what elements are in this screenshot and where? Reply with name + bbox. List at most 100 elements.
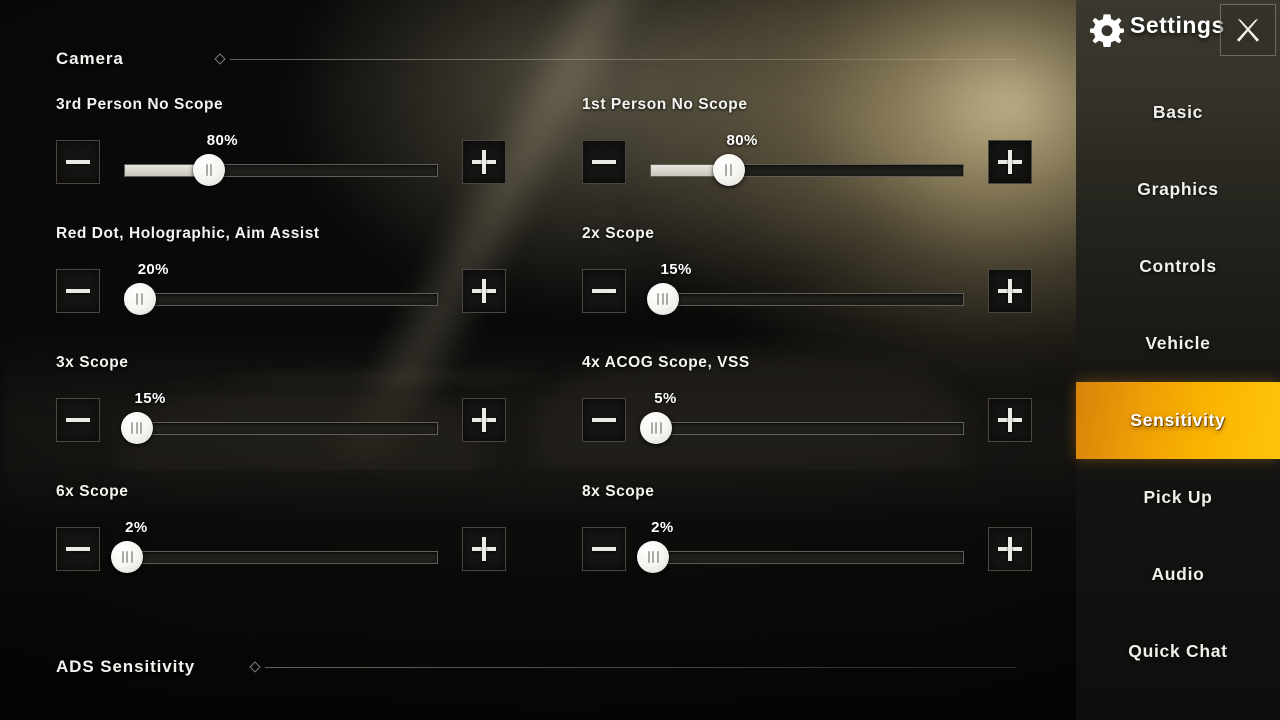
sensitivity-control: 2% (56, 519, 506, 577)
sensitivity-control: 5% (582, 390, 1032, 448)
sidebar-item-quick-chat[interactable]: Quick Chat (1076, 613, 1280, 690)
sidebar-item-label: Sensitivity (1130, 410, 1226, 430)
knob-grip-line (205, 164, 208, 176)
knob-grip-line (130, 551, 133, 563)
sensitivity-row: 2x Scope 15% (582, 225, 1032, 325)
plus-icon (998, 537, 1022, 561)
plus-icon (998, 279, 1022, 303)
decrease-button[interactable] (582, 527, 626, 571)
slider-track[interactable] (650, 422, 964, 435)
sensitivity-slider[interactable]: 15% (120, 390, 438, 448)
sensitivity-row: 3rd Person No Scope 80% (56, 96, 506, 196)
settings-screen: Camera 3rd Person No Scope 80% 1st Person … (0, 0, 1280, 720)
knob-grip-line (661, 293, 664, 305)
knob-grip-line (656, 551, 659, 563)
sidebar-item-controls[interactable]: Controls (1076, 228, 1280, 305)
increase-button[interactable] (462, 140, 506, 184)
plus-icon (472, 537, 496, 561)
sidebar-item-sensitivity[interactable]: Sensitivity (1076, 382, 1280, 459)
slider-value-label: 20% (137, 261, 169, 278)
sidebar-item-label: Graphics (1137, 179, 1219, 199)
sidebar-item-vehicle[interactable]: Vehicle (1076, 305, 1280, 382)
sidebar-item-partial[interactable] (1076, 690, 1280, 708)
increase-button[interactable] (462, 398, 506, 442)
settings-sidebar: Settings Basic Graphics Controls Vehicle Sen… (1076, 0, 1280, 720)
sidebar-item-label: Controls (1139, 256, 1217, 276)
sensitivity-row: 1st Person No Scope 80% (582, 96, 1032, 196)
increase-button[interactable] (988, 398, 1032, 442)
slider-track[interactable] (650, 164, 964, 177)
slider-track[interactable] (124, 164, 438, 177)
decrease-button[interactable] (582, 140, 626, 184)
sensitivity-row-label: 1st Person No Scope (582, 96, 748, 113)
knob-grip-line (121, 551, 124, 563)
slider-knob[interactable] (120, 412, 153, 444)
sensitivity-control: 80% (56, 132, 506, 190)
sensitivity-slider[interactable]: 80% (650, 132, 964, 190)
knob-grip-line (140, 422, 143, 434)
sidebar-item-audio[interactable]: Audio (1076, 536, 1280, 613)
decrease-button[interactable] (582, 398, 626, 442)
sensitivity-slider[interactable]: 15% (646, 261, 964, 319)
slider-knob[interactable] (192, 154, 225, 186)
sensitivity-slider[interactable]: 5% (640, 390, 964, 448)
slider-knob[interactable] (640, 412, 673, 444)
minus-icon (592, 418, 616, 422)
sidebar-item-basic[interactable]: Basic (1076, 74, 1280, 151)
decrease-button[interactable] (56, 398, 100, 442)
slider-knob[interactable] (637, 541, 670, 573)
sensitivity-row: Red Dot, Holographic, Aim Assist 20% (56, 225, 506, 325)
sensitivity-slider[interactable]: 20% (123, 261, 438, 319)
sidebar-item-graphics[interactable]: Graphics (1076, 151, 1280, 228)
increase-button[interactable] (988, 269, 1032, 313)
minus-icon (66, 547, 90, 551)
slider-value-label: 15% (660, 261, 692, 278)
increase-button[interactable] (462, 269, 506, 313)
sidebar-item-label: Quick Chat (1128, 641, 1228, 661)
minus-icon (66, 160, 90, 164)
close-button[interactable] (1220, 4, 1276, 56)
minus-icon (66, 289, 90, 293)
increase-button[interactable] (462, 527, 506, 571)
sidebar-item-pick-up[interactable]: Pick Up (1076, 459, 1280, 536)
sidebar-nav-list: Basic Graphics Controls Vehicle Sensitivity P… (1076, 74, 1280, 708)
diamond-marker-icon (249, 661, 261, 673)
sensitivity-slider[interactable]: 2% (637, 519, 964, 577)
slider-track[interactable] (124, 551, 438, 564)
slider-knob[interactable] (111, 541, 144, 573)
sidebar-item-label: Vehicle (1145, 333, 1211, 353)
slider-knob[interactable] (123, 283, 156, 315)
slider-track[interactable] (650, 293, 964, 306)
increase-button[interactable] (988, 140, 1032, 184)
knob-grip-line (666, 293, 669, 305)
knob-grip-line (659, 422, 662, 434)
slider-track[interactable] (650, 551, 964, 564)
sensitivity-row: 6x Scope 2% (56, 483, 506, 583)
sensitivity-slider[interactable]: 80% (124, 132, 438, 190)
sensitivity-row-label: 6x Scope (56, 483, 129, 500)
decrease-button[interactable] (56, 269, 100, 313)
sensitivity-row-label: 8x Scope (582, 483, 655, 500)
increase-button[interactable] (988, 527, 1032, 571)
decrease-button[interactable] (582, 269, 626, 313)
sensitivity-row-label: 3rd Person No Scope (56, 96, 224, 113)
sensitivity-control: 20% (56, 261, 506, 319)
slider-knob[interactable] (646, 283, 679, 315)
decrease-button[interactable] (56, 527, 100, 571)
knob-grip-line (140, 293, 143, 305)
sensitivity-slider[interactable]: 2% (111, 519, 438, 577)
settings-content-pane: Camera 3rd Person No Scope 80% 1st Person … (0, 0, 1076, 720)
slider-track[interactable] (124, 293, 438, 306)
decrease-button[interactable] (56, 140, 100, 184)
slider-track[interactable] (124, 422, 438, 435)
sidebar-item-label: Basic (1152, 102, 1204, 122)
minus-icon (592, 547, 616, 551)
knob-grip-line (135, 422, 138, 434)
knob-grip-line (725, 164, 728, 176)
plus-icon (998, 150, 1022, 174)
gear-icon (1088, 13, 1126, 47)
slider-value-label: 15% (134, 390, 166, 407)
knob-grip-line (126, 551, 129, 563)
slider-knob[interactable] (712, 154, 745, 186)
section-divider (265, 666, 1016, 668)
